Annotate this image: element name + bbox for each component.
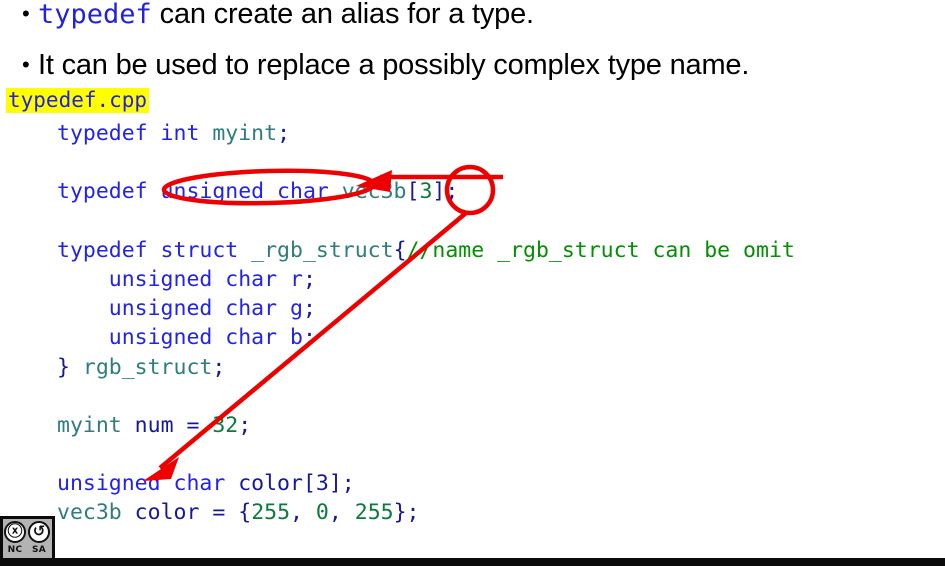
code-token: unsigned char b <box>57 325 303 351</box>
code-token: ; <box>277 121 291 146</box>
code-token: typedef unsigned char <box>57 179 342 205</box>
code-line: typedef struct _rgb_struct{//name _rgb_s… <box>57 236 795 265</box>
sharealike-label: SA <box>31 545 47 555</box>
code-token: 3 <box>419 179 433 205</box>
code-line: unsigned char r; <box>57 265 795 294</box>
code-token: ; <box>212 354 226 380</box>
creative-commons-badge: ⓧ ↺ NC SA <box>0 516 55 562</box>
code-token: _rgb_struct <box>251 237 394 263</box>
code-token: [ <box>406 179 420 205</box>
code-token: 3 <box>315 471 329 497</box>
bullet-1-text: can create an alias for a type. <box>151 0 534 30</box>
code-token: num = <box>121 412 213 438</box>
code-token: 255 <box>251 500 291 526</box>
code-line: typedef int myint; <box>57 119 795 148</box>
code-token: color[ <box>238 471 316 497</box>
slide-bottom-bar <box>0 558 945 566</box>
code-line: vec3b color = {255, 0, 255}; <box>57 498 795 527</box>
bullet-1-code-term: typedef <box>38 0 152 30</box>
bullet-point-2: • It can be used to replace a possibly co… <box>22 49 749 81</box>
bullet-marker: • <box>22 1 30 26</box>
noncommercial-label: NC <box>7 545 23 555</box>
code-line: myint num = 32; <box>57 411 795 440</box>
code-token: color = { <box>121 500 252 526</box>
bullet-point-1: • typedef can create an alias for a type. <box>22 0 534 31</box>
code-token: unsigned char g <box>57 296 303 322</box>
code-token: ; <box>302 266 316 292</box>
code-token: { <box>393 237 407 263</box>
sharealike-icon: ↺ <box>28 521 50 543</box>
code-token: typedef int <box>57 121 213 146</box>
code-token: ]; <box>328 471 355 497</box>
slide-canvas: • typedef can create an alias for a type.… <box>0 0 945 566</box>
code-token: myint <box>212 121 278 146</box>
code-token: } <box>57 354 83 380</box>
code-line: unsigned char b; <box>57 323 795 352</box>
code-token: ]; <box>432 179 459 205</box>
code-token: ; <box>238 412 252 438</box>
noncommercial-icon: ⓧ <box>4 521 26 543</box>
code-token: //name _rgb_struct can be omit <box>406 237 795 263</box>
code-token: ; <box>302 296 316 322</box>
code-line: unsigned char g; <box>57 294 795 323</box>
code-token: , <box>328 500 355 526</box>
code-token: ; <box>302 325 316 351</box>
code-token: unsigned char <box>57 471 239 497</box>
code-token: , <box>290 500 316 526</box>
cc-badge-plate: ⓧ ↺ NC SA <box>3 519 52 559</box>
code-token: unsigned char r <box>57 266 303 292</box>
code-token: 0 <box>315 500 329 526</box>
bullet-2-text: It can be used to replace a possibly com… <box>38 49 750 81</box>
bullet-marker: • <box>22 52 30 77</box>
code-line: } rgb_struct; <box>57 353 795 382</box>
source-filename-label: typedef.cpp <box>6 88 150 113</box>
code-token: }; <box>393 500 420 526</box>
code-listing: typedef int myint; typedef unsigned char… <box>57 119 795 566</box>
code-token: typedef struct <box>57 237 252 263</box>
code-token: 255 <box>354 500 394 526</box>
code-token: rgb_struct <box>82 354 213 380</box>
code-line: typedef unsigned char vec3b[3]; <box>57 177 795 206</box>
code-token: myint <box>57 412 122 438</box>
code-token: vec3b <box>341 179 407 205</box>
code-line: unsigned char color[3]; <box>57 469 795 498</box>
code-token: vec3b <box>57 500 122 526</box>
code-token: 32 <box>212 412 239 438</box>
